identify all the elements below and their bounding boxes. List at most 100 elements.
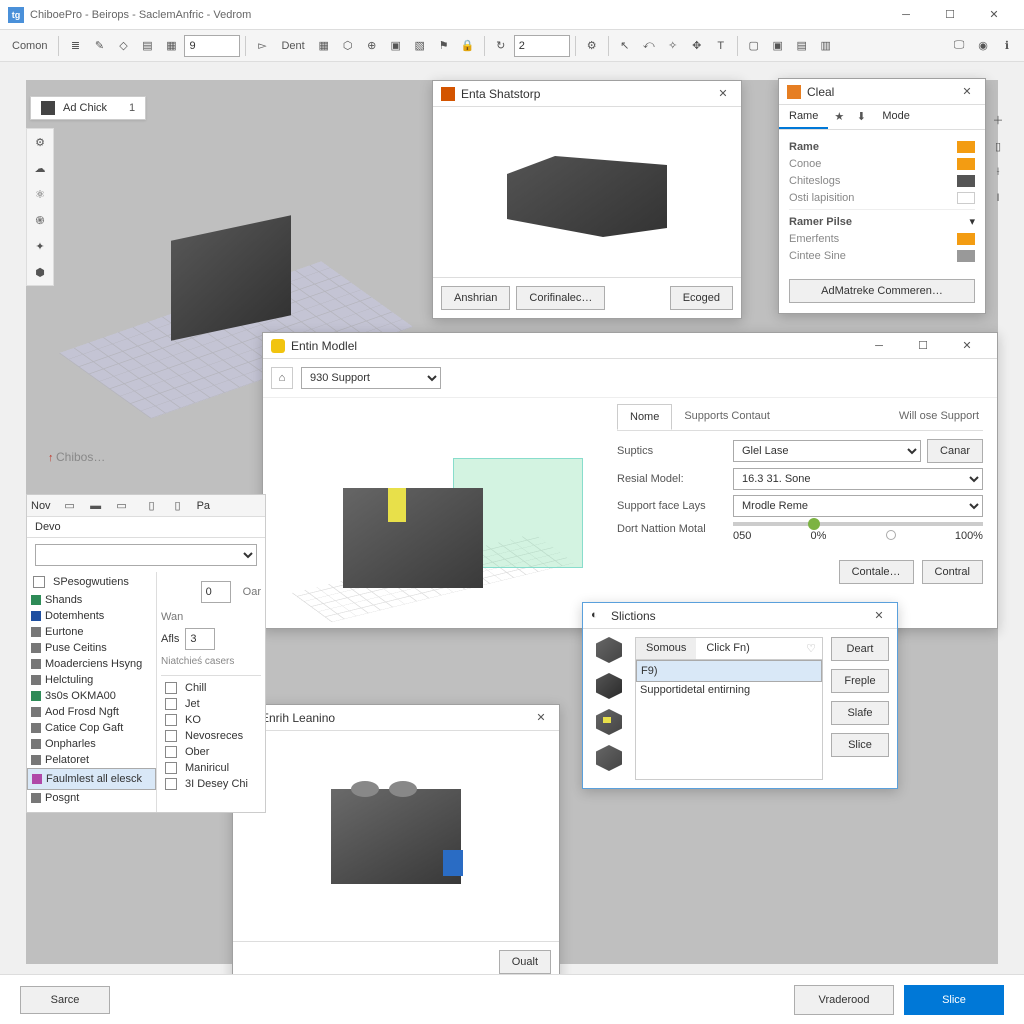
chk-2[interactable]: KO bbox=[161, 712, 261, 728]
shatstorp-ecoged-button[interactable]: Ecoged bbox=[670, 286, 733, 310]
cat-10[interactable]: Pelatoret bbox=[27, 752, 156, 768]
cat-9[interactable]: Onpharles bbox=[27, 736, 156, 752]
cat-2[interactable]: Eurtone bbox=[27, 624, 156, 640]
model-canar-button[interactable]: Canar bbox=[927, 439, 983, 463]
cleal-swatch-empty[interactable] bbox=[957, 192, 975, 204]
left-nav-icon4[interactable]: ▯ bbox=[141, 495, 163, 517]
toolbar-box3-icon[interactable]: ▤ bbox=[791, 35, 813, 57]
cat-3[interactable]: Puse Ceitins bbox=[27, 640, 156, 656]
cleal-tab-mode[interactable]: Mode bbox=[872, 105, 920, 129]
toolbar-info-icon[interactable]: ℹ bbox=[996, 35, 1018, 57]
left-nav-prev[interactable]: Nov bbox=[31, 500, 51, 512]
close-button[interactable]: ✕ bbox=[972, 1, 1016, 29]
cat-12[interactable]: Posgnt bbox=[27, 790, 156, 806]
chk-1[interactable]: Jet bbox=[161, 696, 261, 712]
chk-5[interactable]: Maniricul bbox=[161, 760, 261, 776]
left-nav-icon5[interactable]: ▯ bbox=[167, 495, 189, 517]
model-home-icon[interactable]: ⌂ bbox=[271, 367, 293, 389]
cat-5[interactable]: Helctuling bbox=[27, 672, 156, 688]
model-slider[interactable] bbox=[733, 522, 983, 526]
toolbar-flag-icon[interactable]: ⚑ bbox=[433, 35, 455, 57]
toolbar-pointer-icon[interactable]: ▻ bbox=[251, 35, 273, 57]
toolbar-move-icon[interactable]: ✥ bbox=[686, 35, 708, 57]
cleal-swatch-dark[interactable] bbox=[957, 175, 975, 187]
slictions-slice-button[interactable]: Slice bbox=[831, 733, 889, 757]
cleal-tab-down-icon[interactable]: ⬇ bbox=[850, 105, 872, 127]
toolbar-globe-icon[interactable]: ◉ bbox=[972, 35, 994, 57]
toolbar-box2-icon[interactable]: ▣ bbox=[767, 35, 789, 57]
shatstorp-corifinalec-button[interactable]: Corifinalec… bbox=[516, 286, 605, 310]
toolbar-canvas-label[interactable]: Comon bbox=[6, 35, 53, 57]
footer-slice-button[interactable]: Slice bbox=[904, 985, 1004, 1015]
ltool-blob-icon[interactable]: ⬢ bbox=[27, 259, 53, 285]
slictions-item-support[interactable]: Supportidetal entirning bbox=[636, 682, 822, 698]
ltool-spiral-icon[interactable]: ֍ bbox=[27, 207, 53, 233]
footer-sarce-button[interactable]: Sarce bbox=[20, 986, 110, 1014]
toolbar-rotate-icon[interactable]: ⤺ bbox=[638, 35, 660, 57]
slictions-tab-somous[interactable]: Somous bbox=[636, 638, 696, 659]
toolbar-text-icon[interactable]: T bbox=[710, 35, 732, 57]
shatstorp-close-icon[interactable]: ✕ bbox=[713, 84, 733, 104]
cat-4[interactable]: Moaderciens Hsyng bbox=[27, 656, 156, 672]
model-maximize-button[interactable]: ☐ bbox=[901, 332, 945, 360]
slictions-thumb-3[interactable] bbox=[596, 709, 622, 735]
object-chip[interactable]: Ad Chick 1 bbox=[30, 96, 146, 120]
chk-3[interactable]: Nevosreces bbox=[161, 728, 261, 744]
cat-1[interactable]: Dotemhents bbox=[27, 608, 156, 624]
slictions-tab-clickfn[interactable]: Click Fn) bbox=[696, 638, 759, 659]
toolbar-image-icon[interactable]: ▧ bbox=[409, 35, 431, 57]
model-resial-select[interactable]: 16.3 31. Sone bbox=[733, 468, 983, 490]
minimize-button[interactable]: ─ bbox=[884, 1, 928, 29]
toolbar-list-icon[interactable]: ▤ bbox=[136, 35, 158, 57]
cleal-tab-rame[interactable]: Rame bbox=[779, 105, 828, 129]
toolbar-layers-icon[interactable]: ▣ bbox=[385, 35, 407, 57]
cleal-swatch-orange[interactable] bbox=[957, 141, 975, 153]
cleal-side-text-icon[interactable]: I bbox=[987, 187, 1009, 209]
toolbar-monitor-icon[interactable]: 🖵 bbox=[948, 35, 970, 57]
slictions-slafe-button[interactable]: Slafe bbox=[831, 701, 889, 725]
toolbar-pen-icon[interactable]: ✎ bbox=[88, 35, 110, 57]
model-tab-supports[interactable]: Supports Contaut bbox=[672, 404, 782, 430]
left-nav-pa[interactable]: Pa bbox=[197, 500, 210, 512]
ltool-puzzle-icon[interactable]: ✦ bbox=[27, 233, 53, 259]
cat-11[interactable]: Faulmlest all elesck bbox=[27, 768, 156, 790]
cat-6[interactable]: 3s0s OKMA00 bbox=[27, 688, 156, 704]
maximize-button[interactable]: ☐ bbox=[928, 1, 972, 29]
slictions-thumb-4[interactable] bbox=[596, 745, 622, 771]
cleal-tab-star-icon[interactable]: ★ bbox=[828, 105, 850, 127]
cleal-swatch-orange2[interactable] bbox=[957, 158, 975, 170]
left-nav-icon3[interactable]: ▭ bbox=[111, 495, 133, 517]
cleal-admatreke-button[interactable]: AdMatreke Commeren… bbox=[789, 279, 975, 303]
left-spinner[interactable] bbox=[201, 581, 231, 603]
left-select[interactable] bbox=[35, 544, 257, 566]
toolbar-zoom-icon[interactable]: ⊕ bbox=[361, 35, 383, 57]
model-type-select[interactable]: 930 Support bbox=[301, 367, 441, 389]
model-contale-button[interactable]: Contale… bbox=[839, 560, 914, 584]
cleal-side-file-icon[interactable]: ▯ bbox=[987, 135, 1009, 157]
cleal-side-ruler-icon[interactable]: ⟊ bbox=[987, 161, 1009, 183]
toolbar-cursor-icon[interactable]: ↖ bbox=[614, 35, 636, 57]
ltool-atom-icon[interactable]: ⚛ bbox=[27, 181, 53, 207]
cleal-close-icon[interactable]: ✕ bbox=[957, 82, 977, 102]
cat-8[interactable]: Catice Cop Gaft bbox=[27, 720, 156, 736]
leaning-oualt-button[interactable]: Oualt bbox=[499, 950, 551, 974]
left-afls-input[interactable] bbox=[185, 628, 215, 650]
ltool-gear-icon[interactable]: ⚙ bbox=[27, 129, 53, 155]
toolbar-eraser-icon[interactable]: ◇ bbox=[112, 35, 134, 57]
toolbar-save-icon[interactable]: ▦ bbox=[160, 35, 182, 57]
footer-vraderood-button[interactable]: Vraderood bbox=[794, 985, 894, 1015]
ltool-cloud-icon[interactable]: ☁ bbox=[27, 155, 53, 181]
leaning-close-icon[interactable]: ✕ bbox=[531, 708, 551, 728]
toolbar-gear-icon[interactable]: ⚙ bbox=[581, 35, 603, 57]
toolbar-shield-icon[interactable]: ⬡ bbox=[337, 35, 359, 57]
toolbar-dent-label[interactable]: Dent bbox=[275, 35, 310, 57]
shatstorp-anshrian-button[interactable]: Anshrian bbox=[441, 286, 510, 310]
model-minimize-button[interactable]: ─ bbox=[857, 332, 901, 360]
left-nav-icon1[interactable]: ▭ bbox=[59, 495, 81, 517]
model-facelays-select[interactable]: Mrodle Reme bbox=[733, 495, 983, 517]
toolbar-num2-input[interactable] bbox=[514, 35, 570, 57]
toolbar-num1-input[interactable] bbox=[184, 35, 240, 57]
axis-gizmo-icon[interactable]: ↑ bbox=[48, 452, 54, 464]
model-tab-name[interactable]: Nome bbox=[617, 404, 672, 430]
model-suptics-select[interactable]: Glel Lase bbox=[733, 440, 921, 462]
